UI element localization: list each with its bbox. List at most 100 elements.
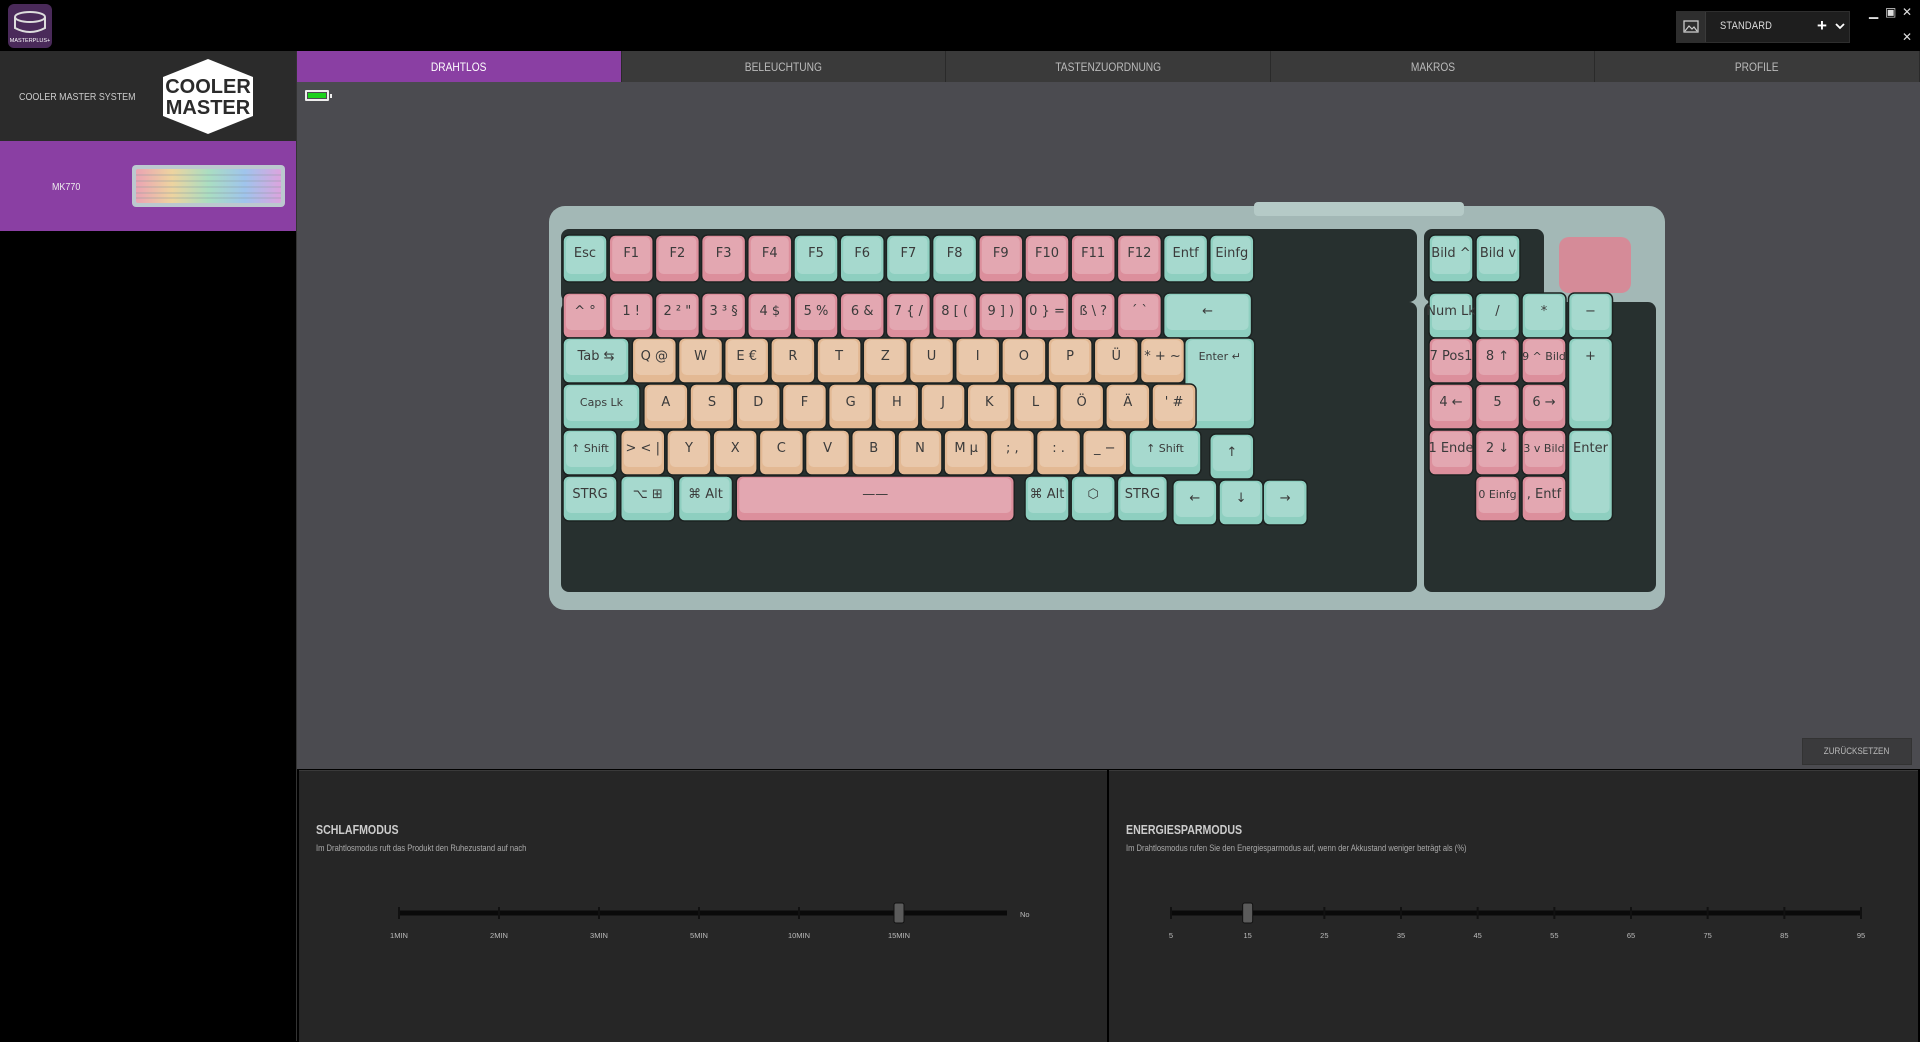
- key[interactable]: Caps Lk: [562, 383, 641, 430]
- close-button[interactable]: ✕: [1902, 5, 1912, 19]
- key[interactable]: , Entf: [1521, 475, 1567, 522]
- key[interactable]: 0 Einfg: [1474, 475, 1521, 522]
- key[interactable]: ←: [1162, 292, 1253, 339]
- key[interactable]: F8: [931, 234, 978, 283]
- key[interactable]: 8 ↑: [1474, 337, 1521, 384]
- sidebar-item-system[interactable]: COOLER MASTER SYSTEM COOLER MASTER: [0, 51, 296, 141]
- key[interactable]: 4 ←: [1428, 383, 1474, 430]
- key[interactable]: Ö: [1058, 383, 1105, 430]
- key[interactable]: ←: [1172, 479, 1218, 526]
- key[interactable]: *: [1521, 292, 1567, 339]
- key[interactable]: F: [781, 383, 828, 430]
- key[interactable]: Ü: [1093, 337, 1140, 384]
- key[interactable]: Bild v: [1475, 234, 1521, 283]
- tab-makros[interactable]: MAKROS: [1270, 51, 1596, 82]
- add-profile-button[interactable]: +: [1817, 16, 1827, 36]
- key[interactable]: Esc: [562, 234, 608, 283]
- key[interactable]: 7 Pos1: [1428, 337, 1474, 384]
- sleep-mode-slider[interactable]: 1MIN 2MIN 3MIN 5MIN 10MIN 15MIN No: [299, 771, 1107, 1042]
- key[interactable]: F2: [654, 234, 701, 283]
- energy-saving-slider[interactable]: 5 15 25 35 45 55 65 75 85 95: [1109, 771, 1918, 1042]
- key[interactable]: ↓: [1218, 479, 1264, 526]
- key[interactable]: 5 %: [793, 292, 839, 339]
- key[interactable]: ↑ Shift: [562, 429, 618, 476]
- profile-selector[interactable]: STANDARD +: [1676, 11, 1850, 43]
- key[interactable]: 6 &: [839, 292, 885, 339]
- tab-beleuchtung[interactable]: BELEUCHTUNG: [621, 51, 947, 82]
- key[interactable]: F12: [1116, 234, 1163, 283]
- volume-knob[interactable]: [1559, 237, 1631, 293]
- maximize-button[interactable]: ▣: [1885, 5, 1896, 19]
- slider-handle[interactable]: [1242, 902, 1254, 924]
- minimize-button[interactable]: ▁: [1869, 5, 1878, 19]
- profile-image-button[interactable]: [1677, 12, 1706, 42]
- key[interactable]: ^ °: [562, 292, 608, 339]
- key[interactable]: F7: [885, 234, 932, 283]
- key[interactable]: 3 ³ §: [700, 292, 747, 339]
- key[interactable]: F1: [608, 234, 654, 283]
- tab-drahtlos[interactable]: DRAHTLOS: [297, 51, 622, 82]
- key[interactable]: U: [908, 337, 955, 384]
- chevron-down-icon[interactable]: [1835, 21, 1845, 31]
- key[interactable]: A: [643, 383, 689, 430]
- key[interactable]: 0 } =: [1024, 292, 1070, 339]
- key[interactable]: ⌘ Alt: [677, 475, 734, 522]
- key[interactable]: F11: [1070, 234, 1116, 283]
- key[interactable]: /: [1474, 292, 1521, 339]
- key[interactable]: ↑ Shift: [1128, 429, 1202, 476]
- key[interactable]: H: [874, 383, 920, 430]
- key[interactable]: L: [1012, 383, 1059, 430]
- key[interactable]: I: [954, 337, 1001, 384]
- key[interactable]: M µ: [943, 429, 989, 476]
- key[interactable]: Bild ^: [1428, 234, 1474, 283]
- slider-handle[interactable]: [893, 902, 905, 924]
- key[interactable]: ⬡: [1070, 475, 1116, 522]
- key[interactable]: STRG: [562, 475, 618, 522]
- key[interactable]: Entf: [1162, 234, 1209, 283]
- key[interactable]: Z: [862, 337, 909, 384]
- key[interactable]: 7 { /: [885, 292, 932, 339]
- key[interactable]: →: [1262, 479, 1308, 526]
- key[interactable]: K: [966, 383, 1012, 430]
- key[interactable]: 8 [ (: [931, 292, 978, 339]
- key[interactable]: 9 ] ): [978, 292, 1024, 339]
- key[interactable]: W: [677, 337, 724, 384]
- key[interactable]: 3 v Bild: [1521, 429, 1567, 476]
- key[interactable]: F6: [839, 234, 885, 283]
- key[interactable]: F9: [978, 234, 1024, 283]
- key[interactable]: > < |: [620, 429, 666, 476]
- key[interactable]: Y: [666, 429, 712, 476]
- key[interactable]: G: [827, 383, 874, 430]
- key[interactable]: ⌘ Alt: [1024, 475, 1070, 522]
- key[interactable]: ↑: [1209, 433, 1255, 480]
- key[interactable]: Einfg: [1209, 234, 1255, 283]
- key[interactable]: S: [689, 383, 735, 430]
- key[interactable]: 4 $: [747, 292, 793, 339]
- key[interactable]: X: [712, 429, 758, 476]
- key[interactable]: +: [1567, 337, 1614, 430]
- key[interactable]: STRG: [1116, 475, 1169, 522]
- key[interactable]: R: [770, 337, 816, 384]
- key[interactable]: 9 ^ Bild: [1521, 337, 1567, 384]
- key[interactable]: F3: [700, 234, 747, 283]
- key[interactable]: ; ,: [989, 429, 1036, 476]
- key[interactable]: E €: [723, 337, 770, 384]
- key[interactable]: Num Lk: [1426, 292, 1476, 339]
- key[interactable]: 2 ↓: [1474, 429, 1521, 476]
- key[interactable]: Tab ⇆: [562, 337, 630, 384]
- key[interactable]: Enter: [1567, 429, 1614, 522]
- key[interactable]: C: [758, 429, 805, 476]
- key[interactable]: 1 !: [608, 292, 654, 339]
- sidebar-item-mk770[interactable]: MK770: [0, 141, 296, 231]
- key[interactable]: 1 Ende: [1428, 429, 1474, 476]
- key[interactable]: _ −: [1082, 429, 1128, 476]
- key[interactable]: ——: [735, 475, 1015, 522]
- tab-tastenzuordnung[interactable]: TASTENZUORDNUNG: [946, 51, 1271, 82]
- masterplus-logo-icon[interactable]: MASTERPLUS+: [8, 4, 52, 48]
- key[interactable]: Ä: [1105, 383, 1151, 430]
- key[interactable]: * + ~: [1139, 337, 1186, 384]
- key[interactable]: V: [804, 429, 851, 476]
- key[interactable]: J: [920, 383, 966, 430]
- key[interactable]: F10: [1024, 234, 1070, 283]
- key[interactable]: P: [1047, 337, 1093, 384]
